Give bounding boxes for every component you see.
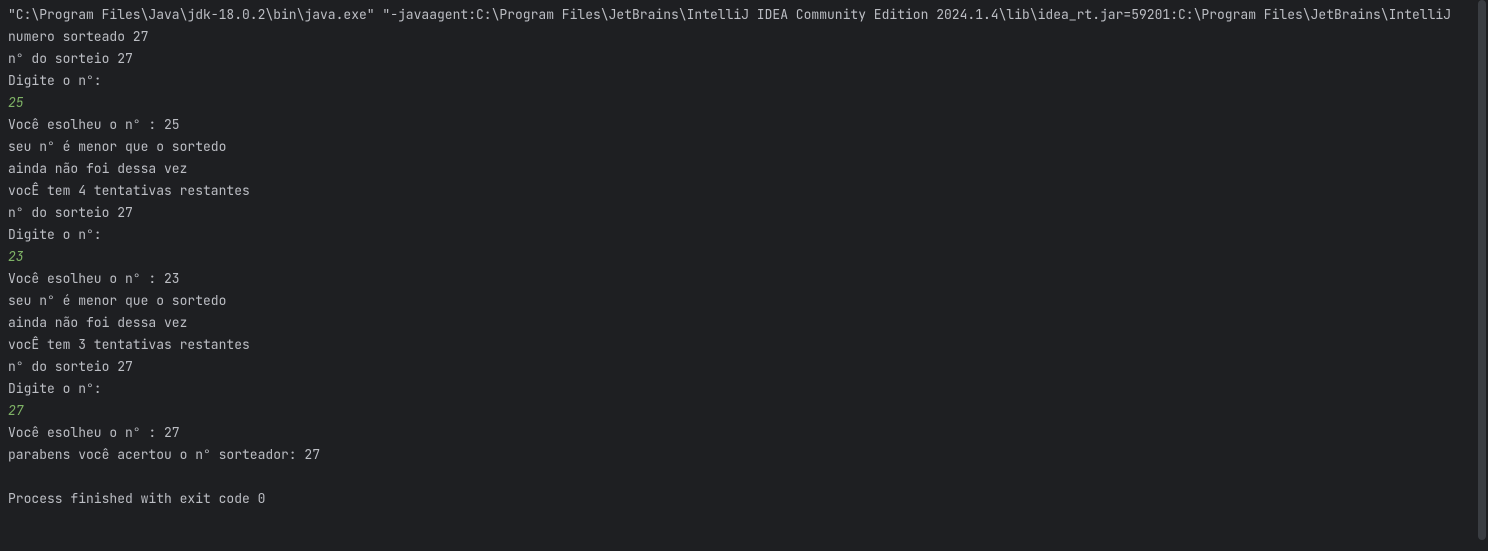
console-output-line: vocÊ tem 3 tentativas restantes <box>8 334 1480 356</box>
scrollbar-track[interactable] <box>1476 0 1488 551</box>
console-output-line: Digite o n°: <box>8 70 1480 92</box>
console-user-input: 27 <box>8 400 1480 422</box>
console-output-line: Você esolheu o n° : 25 <box>8 114 1480 136</box>
console-output-line: ainda não foi dessa vez <box>8 312 1480 334</box>
console-output-area[interactable]: "C:\Program Files\Java\jdk-18.0.2\bin\ja… <box>8 4 1480 510</box>
console-output-line: ainda não foi dessa vez <box>8 158 1480 180</box>
console-output-line: seu n° é menor que o sortedo <box>8 290 1480 312</box>
console-output-line: Digite o n°: <box>8 378 1480 400</box>
console-output-line: n° do sorteio 27 <box>8 356 1480 378</box>
console-output-line: seu n° é menor que o sortedo <box>8 136 1480 158</box>
console-user-input: 25 <box>8 92 1480 114</box>
console-output-line: "C:\Program Files\Java\jdk-18.0.2\bin\ja… <box>8 4 1480 26</box>
console-output-line: Você esolheu o n° : 23 <box>8 268 1480 290</box>
console-output-line: n° do sorteio 27 <box>8 202 1480 224</box>
scrollbar-thumb[interactable] <box>1478 0 1486 540</box>
console-output-line: Digite o n°: <box>8 224 1480 246</box>
console-output-line: Você esolheu o n° : 27 <box>8 422 1480 444</box>
console-output-line: n° do sorteio 27 <box>8 48 1480 70</box>
console-user-input: 23 <box>8 246 1480 268</box>
console-output-line: parabens você acertou o n° sorteador: 27 <box>8 444 1480 466</box>
console-output-line: vocÊ tem 4 tentativas restantes <box>8 180 1480 202</box>
process-exit-message: Process finished with exit code 0 <box>8 488 1480 510</box>
console-output-line: numero sorteado 27 <box>8 26 1480 48</box>
